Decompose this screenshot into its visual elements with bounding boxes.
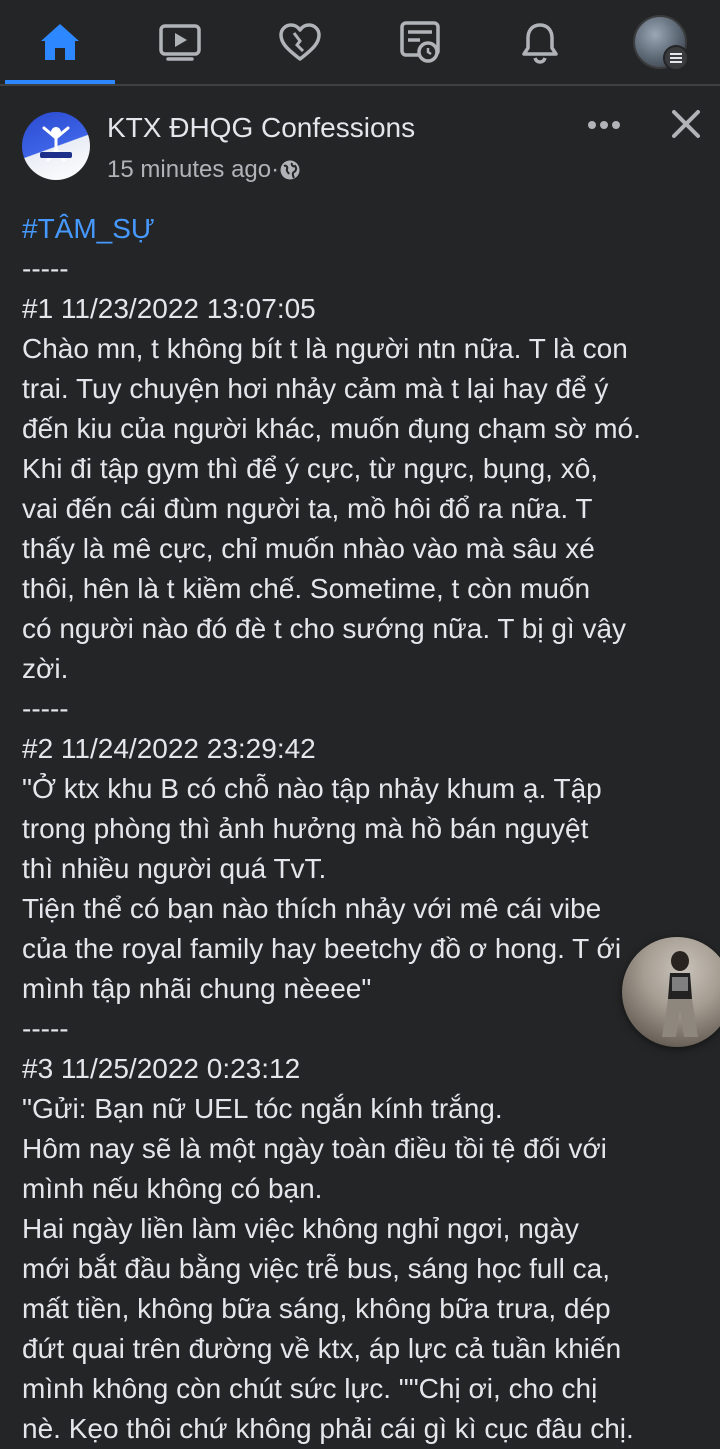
post-line: ----- — [22, 1013, 69, 1044]
hashtag-link[interactable]: #TÂM_SỰ — [22, 209, 712, 249]
page-avatar[interactable] — [22, 112, 90, 180]
globe-icon — [279, 159, 301, 181]
post-line: mình không còn chút sức lực. ""Chị ơi, c… — [22, 1373, 598, 1404]
post-line: đến kiu của người khác, muốn đụng chạm s… — [22, 413, 641, 444]
close-icon — [671, 109, 701, 144]
tab-home[interactable] — [5, 0, 115, 84]
video-icon — [158, 22, 202, 62]
post-timestamp[interactable]: 15 minutes ago — [107, 156, 271, 184]
post-line: trai. Tuy chuyện hơi nhảy cảm mà t lại h… — [22, 373, 609, 404]
post-card: KTX ĐHQG Confessions 15 minutes ago · #T… — [0, 86, 720, 1444]
top-navigation-bar — [0, 0, 720, 86]
post-line: Khi đi tập gym thì để ý cực, từ ngực, bụ… — [22, 453, 599, 484]
post-line: "Ở ktx khu B có chỗ nào tập nhảy khum ạ.… — [22, 773, 602, 804]
post-line: #1 11/23/2022 13:07:05 — [22, 293, 316, 324]
post-text: #TÂM_SỰ ----- #1 11/23/2022 13:07:05 Chà… — [22, 209, 712, 1449]
active-tab-indicator — [5, 80, 115, 84]
tab-dating[interactable] — [245, 0, 355, 84]
post-line: Chào mn, t không bít t là người ntn nữa.… — [22, 333, 628, 364]
menu-hamburger-icon — [663, 45, 689, 71]
tab-notifications[interactable] — [485, 0, 595, 84]
post-line: có người nào đó đè t cho sướng nữa. T bị… — [22, 613, 627, 644]
post-line: mình tập nhãi chung nèeee" — [22, 973, 372, 1004]
post-line: thấy là mê cực, chỉ muốn nhào vào mà sâu… — [22, 533, 595, 564]
post-line: vai đến cái đùm người ta, mồ hôi đổ ra n… — [22, 493, 593, 524]
tab-menu[interactable] — [605, 0, 715, 84]
heart-icon — [277, 21, 323, 63]
post-meta: 15 minutes ago · — [107, 156, 301, 184]
post-line: Hôm nay sẽ là một ngày toàn điều tồi tệ … — [22, 1133, 607, 1164]
close-post-button[interactable] — [664, 104, 708, 148]
post-line: Hai ngày liền làm việc không nghỉ ngơi, … — [22, 1213, 579, 1244]
home-icon — [38, 21, 82, 63]
post-line: đứt quai trên đường về ktx, áp lực cả tu… — [22, 1333, 622, 1364]
tab-watch[interactable] — [125, 0, 235, 84]
more-dots-icon — [587, 117, 621, 135]
post-line: mới bắt đầu bằng việc trễ bus, sáng học … — [22, 1253, 611, 1284]
post-line: nè. Kẹo thôi chứ không phải cái gì kì cụ… — [22, 1413, 634, 1444]
news-feed-icon — [398, 20, 442, 64]
meta-separator: · — [271, 156, 280, 183]
post-line: #2 11/24/2022 23:29:42 — [22, 733, 316, 764]
post-line: ----- — [22, 253, 69, 284]
post-line: thôi, hên là t kiềm chế. Sometime, t còn… — [22, 573, 591, 604]
post-line: thì nhiều người quá TvT. — [22, 853, 327, 884]
post-line: zời. — [22, 653, 69, 684]
post-line: ----- — [22, 693, 69, 724]
page-name-link[interactable]: KTX ĐHQG Confessions — [107, 112, 415, 144]
more-options-button[interactable] — [582, 108, 626, 144]
post-line: Tiện thể có bạn nào thích nhảy với mê cá… — [22, 893, 602, 924]
post-line: của the royal family hay beetchy đồ ơ ho… — [22, 933, 622, 964]
post-line: #3 11/25/2022 0:23:12 — [22, 1053, 301, 1084]
post-line: trong phòng thì ảnh hưởng mà hồ bán nguy… — [22, 813, 589, 844]
bell-icon — [519, 20, 561, 64]
tab-feeds[interactable] — [365, 0, 475, 84]
post-line: mất tiền, không bữa sáng, không bữa trưa… — [22, 1293, 611, 1324]
profile-avatar — [633, 15, 689, 71]
post-line: "Gửi: Bạn nữ UEL tóc ngắn kính trắng. — [22, 1093, 503, 1124]
post-line: mình nếu không có bạn. — [22, 1173, 323, 1204]
